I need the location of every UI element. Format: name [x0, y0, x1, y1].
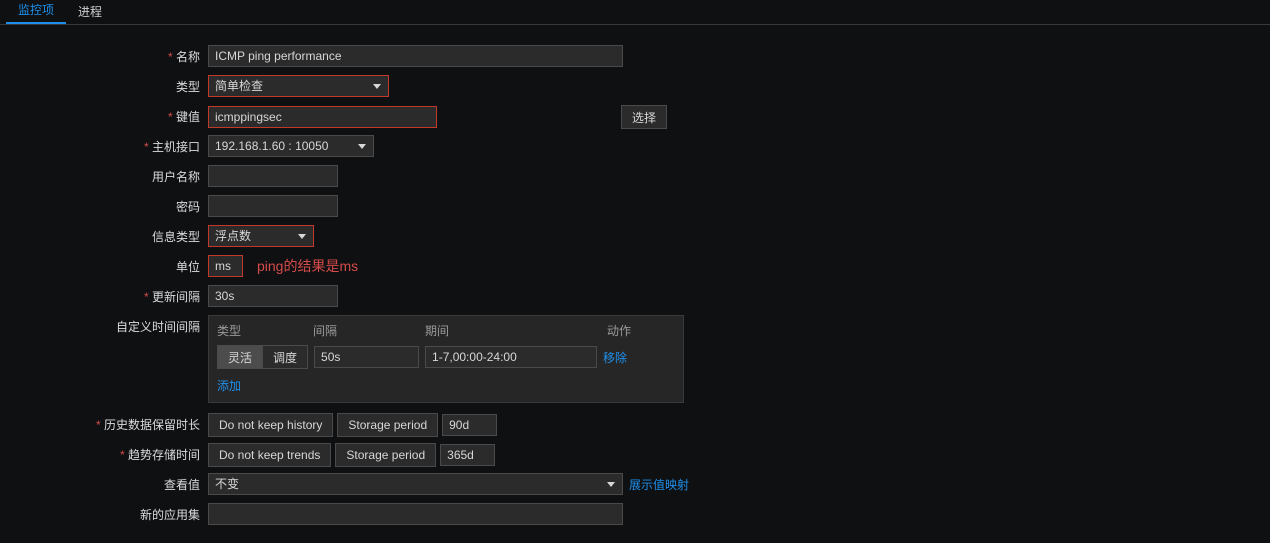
label-type: 类型	[0, 75, 208, 99]
ci-header-type: 类型	[217, 322, 313, 339]
host-iface-select[interactable]: 192.168.1.60 : 10050	[208, 135, 374, 157]
update-interval-input[interactable]	[208, 285, 338, 307]
label-update-interval: 更新间隔	[0, 285, 208, 309]
show-value-mapping-link[interactable]: 展示值映射	[629, 476, 689, 493]
unit-annotation: ping的结果是ms	[257, 255, 358, 277]
label-info-type: 信息类型	[0, 225, 208, 249]
trends-storage-button[interactable]: Storage period	[335, 443, 436, 467]
label-username: 用户名称	[0, 165, 208, 189]
trends-no-keep-button[interactable]: Do not keep trends	[208, 443, 331, 467]
ci-interval-input[interactable]	[314, 346, 419, 368]
label-host-iface: 主机接口	[0, 135, 208, 159]
info-type-select[interactable]: 浮点数	[208, 225, 314, 247]
show-value-select[interactable]: 不变	[208, 473, 623, 495]
label-name: 名称	[0, 45, 208, 69]
history-storage-button[interactable]: Storage period	[337, 413, 438, 437]
unit-input[interactable]	[208, 255, 243, 277]
ci-header-interval: 间隔	[313, 322, 425, 339]
label-new-appset: 新的应用集	[0, 503, 208, 527]
ci-seg-flexible[interactable]: 灵活	[218, 346, 263, 368]
type-select[interactable]: 简单检查	[208, 75, 389, 97]
ci-remove-link[interactable]: 移除	[603, 349, 627, 366]
ci-type-segment[interactable]: 灵活 调度	[217, 345, 308, 369]
tab-item[interactable]: 监控项	[6, 0, 66, 24]
key-select-button[interactable]: 选择	[621, 105, 667, 129]
tab-process[interactable]: 进程	[66, 0, 114, 24]
trends-value-input[interactable]	[440, 444, 495, 466]
label-show-value: 查看值	[0, 473, 208, 497]
ci-header-period: 期间	[425, 322, 607, 339]
username-input[interactable]	[208, 165, 338, 187]
name-input[interactable]	[208, 45, 623, 67]
history-value-input[interactable]	[442, 414, 497, 436]
new-appset-input[interactable]	[208, 503, 623, 525]
label-history: 历史数据保留时长	[0, 413, 208, 437]
label-trends: 趋势存储时间	[0, 443, 208, 467]
password-input[interactable]	[208, 195, 338, 217]
ci-add-link[interactable]: 添加	[217, 379, 241, 393]
ci-period-input[interactable]	[425, 346, 597, 368]
label-password: 密码	[0, 195, 208, 219]
label-key: 键值	[0, 105, 208, 129]
ci-header-action: 动作	[607, 322, 631, 339]
label-unit: 单位	[0, 255, 208, 279]
key-input[interactable]	[208, 106, 437, 128]
label-custom-interval: 自定义时间间隔	[0, 315, 208, 339]
history-no-keep-button[interactable]: Do not keep history	[208, 413, 333, 437]
ci-seg-scheduling[interactable]: 调度	[263, 346, 307, 368]
